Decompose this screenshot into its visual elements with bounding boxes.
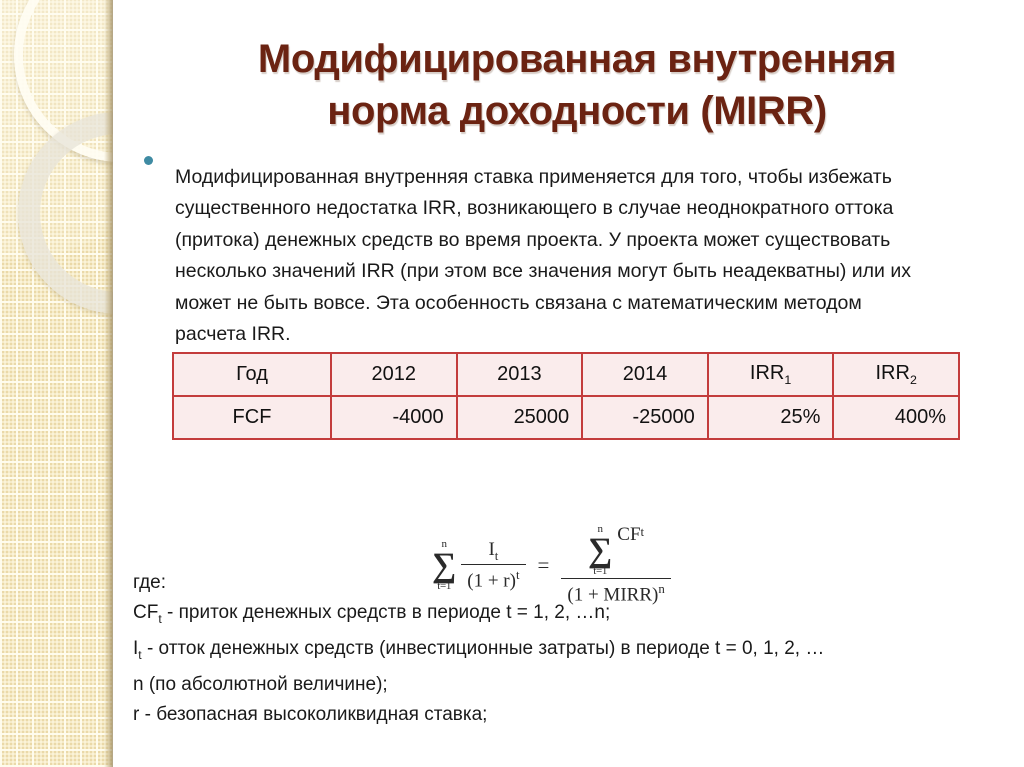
left-numerator: It — [482, 539, 504, 564]
table-header-cell-2013: 2013 — [455, 352, 584, 397]
legend-cf-symbol: CF — [133, 601, 159, 623]
legend-line-cf: CFt - приток денежных средств в периоде … — [133, 598, 1013, 634]
legend-cf-text: - приток денежных средств в периоде t = … — [161, 601, 611, 623]
right-numerator-symbol: CF — [617, 524, 641, 545]
legend-i-text: - отток денежных средств (инвестиционные… — [141, 637, 825, 659]
table-row: FCF -4000 25000 -25000 25% 400% — [172, 395, 960, 440]
table-cell-fcf-2012: -4000 — [330, 395, 458, 440]
legend-line-n: n (по абсолютной величине); — [133, 674, 388, 696]
irr1-subscript: 1 — [784, 373, 792, 387]
left-numerator-subscript: t — [494, 547, 499, 563]
table-cell-irr2-value: 400% — [832, 395, 960, 440]
table-header-cell-irr2: IRR2 — [832, 352, 960, 397]
bullet-paragraph: Модифицированная внутренняя ставка приме… — [175, 165, 911, 346]
table-cell-fcf-2014: -25000 — [581, 395, 709, 440]
table-cell-fcf-2013: 25000 — [455, 395, 584, 440]
bullet-dot-icon — [144, 156, 153, 165]
table-header-row: Год 2012 2013 2014 IRR1 IRR2 — [172, 352, 960, 397]
cash-flow-table: Год 2012 2013 2014 IRR1 IRR2 FCF -4000 2… — [172, 352, 960, 440]
decorative-sidebar — [0, 0, 113, 767]
legend-line-r: r - безопасная высоколиквидная ставка; — [133, 703, 488, 725]
bullet-list-item: Модифицированная внутренняя ставка приме… — [144, 142, 934, 370]
sidebar-edge-shadow — [104, 0, 113, 767]
slide-title-line-1: Модифицированная внутренняя — [257, 36, 897, 81]
table-header-cell-2014: 2014 — [581, 352, 709, 397]
irr2-text: IRR — [875, 362, 910, 384]
formula-legend: где: CFt - приток денежных средств в пер… — [133, 568, 1013, 729]
sigma-icon-right: ∑ — [588, 532, 613, 569]
table-header-cell-irr1: IRR1 — [706, 352, 835, 397]
slide-title-line-2: норма доходности (MIRR) — [327, 88, 827, 133]
slide-title: Модифицированная внутренняя норма доходн… — [140, 33, 1014, 137]
legend-line-i: It - отток денежных средств (инвестицион… — [133, 634, 1013, 670]
table-cell-irr1-value: 25% — [706, 395, 835, 440]
table-header-cell-year: Год — [172, 352, 332, 397]
irr1-text: IRR — [749, 362, 785, 384]
table-cell-fcf-label: FCF — [172, 395, 332, 440]
legend-where-label: где: — [133, 572, 167, 593]
right-numerator-subscript: t — [640, 524, 645, 539]
irr2-subscript: 2 — [909, 373, 917, 387]
table-header-cell-2012: 2012 — [330, 352, 458, 397]
